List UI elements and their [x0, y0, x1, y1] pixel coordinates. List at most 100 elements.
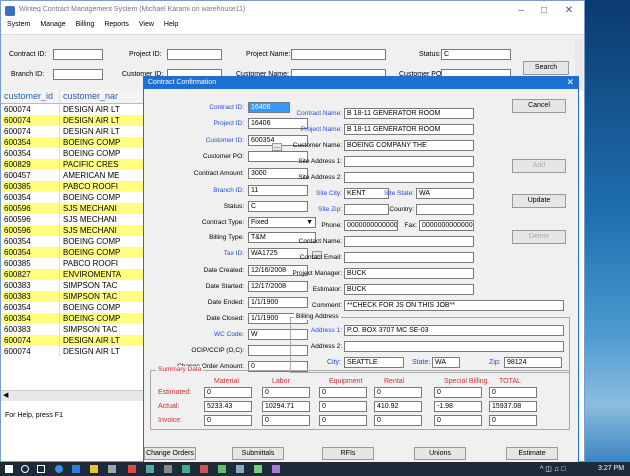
fax-field[interactable]: 0000000000000 [419, 220, 474, 231]
summary-value-field[interactable]: 410.92 [374, 401, 422, 412]
summary-value-field[interactable]: 0 [204, 415, 252, 426]
table-row[interactable]: 600074 DESIGN AIR LT [1, 335, 149, 346]
table-row[interactable]: 600829 PACIFIC CRES [1, 159, 149, 170]
summary-value-field[interactable]: 10294.71 [262, 401, 310, 412]
summary-value-field[interactable]: 0 [374, 387, 422, 398]
app-icon-1[interactable] [108, 465, 116, 473]
tray-icons[interactable]: ^ ◫ ♫ □ [540, 465, 565, 473]
table-row[interactable]: 600354 BOEING COMP [1, 137, 149, 148]
change-orders-button[interactable]: Change Orders [144, 447, 196, 460]
minimize-icon[interactable]: – [511, 4, 531, 18]
dialog-close-icon[interactable]: ✕ [566, 77, 574, 88]
table-row[interactable]: 600596 SJS MECHANI [1, 214, 149, 225]
billing-city-field[interactable]: SEATTLE [344, 357, 404, 368]
app-icon-4[interactable] [164, 465, 172, 473]
filter-contract-id-input[interactable] [53, 49, 103, 60]
unions-button[interactable]: Unions [414, 447, 466, 460]
task-view-icon[interactable] [37, 465, 45, 473]
app-icon-5[interactable] [182, 465, 190, 473]
file-explorer-icon[interactable] [90, 465, 98, 473]
app-icon-2[interactable] [128, 465, 136, 473]
table-row[interactable]: 600596 SJS MECHANI [1, 203, 149, 214]
summary-value-field[interactable]: 0 [374, 415, 422, 426]
table-row[interactable]: 600354 BOEING COMP [1, 313, 149, 324]
app-icon-7[interactable] [218, 465, 226, 473]
site-address-1-field[interactable] [344, 156, 474, 167]
menu-reports[interactable]: Reports [104, 21, 129, 28]
table-row[interactable]: 600354 BOEING COMP [1, 148, 149, 159]
submittals-button[interactable]: Submittals [232, 447, 284, 460]
table-row[interactable]: 600074 DESIGN AIR LT [1, 115, 149, 126]
table-row[interactable]: 600596 SJS MECHANI [1, 225, 149, 236]
site-state-field[interactable]: WA [416, 188, 474, 199]
menu-manage[interactable]: Manage [40, 21, 65, 28]
scroll-left-icon[interactable]: ◀ [3, 391, 8, 399]
country-field[interactable] [416, 204, 474, 215]
store-icon[interactable] [72, 465, 80, 473]
delete-button[interactable]: Delete [512, 230, 566, 244]
rfis-button[interactable]: RFIs [322, 447, 374, 460]
summary-value-field[interactable]: 0 [434, 387, 482, 398]
table-row[interactable]: 600354 BOEING COMP [1, 236, 149, 247]
update-button[interactable]: Update [512, 194, 566, 208]
start-icon[interactable] [5, 465, 13, 473]
table-row[interactable]: 600354 BOEING COMP [1, 302, 149, 313]
menu-help[interactable]: Help [164, 21, 178, 28]
app-icon-6[interactable] [200, 465, 208, 473]
billing-address-1-field[interactable]: P.O. BOX 3707 MC SE-03 [344, 325, 564, 336]
table-row[interactable]: 600383 SIMPSON TAC [1, 324, 149, 335]
summary-value-field[interactable]: -1.98 [434, 401, 482, 412]
table-row[interactable]: 600457 AMERICAN ME [1, 170, 149, 181]
table-row[interactable]: 600354 BOEING COMP [1, 192, 149, 203]
summary-value-field[interactable]: 15937.08 [489, 401, 537, 412]
table-row[interactable]: 600383 SIMPSON TAC [1, 291, 149, 302]
summary-value-field[interactable]: 0 [319, 401, 367, 412]
contract-name-field[interactable]: B 18-11 GENERATOR ROOM [344, 108, 474, 119]
billing-state-field[interactable]: WA [432, 357, 460, 368]
summary-value-field[interactable]: 0 [489, 415, 537, 426]
maximize-icon[interactable]: □ [534, 4, 554, 18]
summary-value-field[interactable]: 0 [319, 415, 367, 426]
filter-status-input[interactable]: C [441, 49, 511, 60]
add-button[interactable]: Add [512, 159, 566, 173]
app-icon-8[interactable] [236, 465, 244, 473]
table-row[interactable]: 600074 DESIGN AIR LT [1, 346, 149, 357]
table-row[interactable]: 600074 DESIGN AIR LT [1, 126, 149, 137]
table-row[interactable]: 600074 DESIGN AIR LT [1, 104, 149, 115]
contact-email-field[interactable] [344, 252, 474, 263]
table-row[interactable]: 600385 PABCO ROOFI [1, 181, 149, 192]
comment-field[interactable]: **CHECK FOR JS ON THIS JOB** [344, 300, 564, 311]
search-icon[interactable] [21, 465, 29, 473]
table-row[interactable]: 600354 BOEING COMP [1, 247, 149, 258]
project-manager-field[interactable]: BUCK [344, 268, 474, 279]
table-row[interactable]: 600385 PABCO ROOFI [1, 258, 149, 269]
filter-project-name-input[interactable] [291, 49, 386, 60]
summary-value-field[interactable]: 5233.43 [204, 401, 252, 412]
grid-horizontal-scrollbar[interactable]: ◀ [1, 390, 149, 401]
table-row[interactable]: 600383 SIMPSON TAC [1, 280, 149, 291]
cancel-button[interactable]: Cancel [512, 99, 566, 113]
close-icon[interactable]: ✕ [559, 4, 579, 18]
customer-name-field[interactable]: BOEING COMPANY THE [344, 140, 474, 151]
app-icon-9[interactable] [254, 465, 262, 473]
clock[interactable]: 3:27 PM [598, 465, 624, 472]
site-address-2-field[interactable] [344, 172, 474, 183]
contact-name-field[interactable] [344, 236, 474, 247]
estimator-field[interactable]: BUCK [344, 284, 474, 295]
menu-system[interactable]: System [7, 21, 30, 28]
search-button[interactable]: Search [523, 61, 569, 75]
summary-value-field[interactable]: 0 [489, 387, 537, 398]
edge-icon[interactable] [55, 465, 63, 473]
menu-billing[interactable]: Billing [76, 21, 95, 28]
project-name-field[interactable]: B 18-11 GENERATOR ROOM [344, 124, 474, 135]
filter-project-id-input[interactable] [167, 49, 222, 60]
estimate-button[interactable]: Estimate [506, 447, 558, 460]
column-header-customer-id[interactable]: customer_id [1, 90, 59, 103]
table-row[interactable]: 600827 ENVIROMENTA [1, 269, 149, 280]
column-header-customer-name[interactable]: customer_nar [59, 90, 149, 103]
billing-address-2-field[interactable] [344, 341, 564, 352]
summary-value-field[interactable]: 0 [204, 387, 252, 398]
billing-zip-field[interactable]: 98124 [504, 357, 562, 368]
menu-view[interactable]: View [139, 21, 154, 28]
summary-value-field[interactable]: 0 [262, 415, 310, 426]
